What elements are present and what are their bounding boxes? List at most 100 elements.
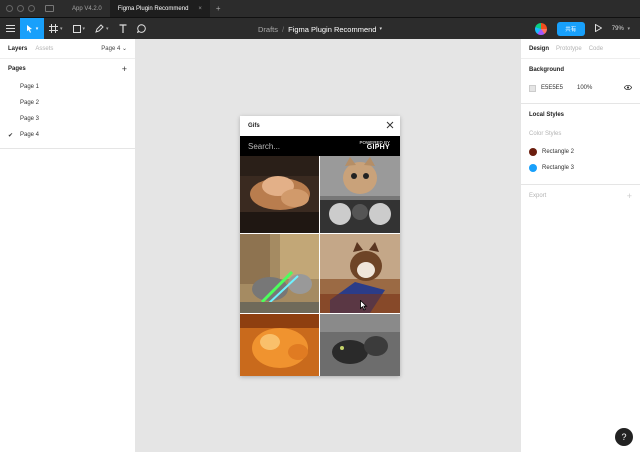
gif-result[interactable] — [240, 314, 319, 376]
breadcrumb: Drafts / Figma Plugin Recommend ▾ — [258, 18, 382, 40]
tab-code[interactable]: Code — [589, 46, 603, 52]
maximize-window-button[interactable] — [28, 5, 35, 12]
close-tab-icon[interactable]: × — [198, 6, 202, 12]
page-item-4[interactable]: ✔ Page 4 — [0, 127, 135, 143]
background-swatch[interactable] — [529, 84, 536, 92]
export-title: Export — [529, 193, 547, 199]
main-menu-button[interactable] — [0, 18, 20, 40]
left-panel: Layers Assets Page 4 ⌄ Pages + Page 1 Pa… — [0, 39, 136, 452]
gif-thumbnail — [240, 234, 319, 313]
play-icon — [594, 23, 603, 33]
chevron-down-icon: ▾ — [627, 26, 630, 32]
text-tool-button[interactable] — [114, 18, 132, 40]
gif-thumbnail — [240, 156, 319, 233]
close-plugin-button[interactable] — [386, 121, 394, 131]
file-browser-icon[interactable] — [45, 5, 54, 12]
add-export-button[interactable]: + — [627, 191, 632, 201]
gif-thumbnail — [320, 156, 400, 233]
gif-thumbnail — [320, 314, 400, 376]
share-button[interactable]: 共有 — [556, 22, 585, 36]
page-label: Page 3 — [20, 116, 40, 122]
new-tab-button[interactable]: + — [216, 4, 221, 13]
gif-result[interactable] — [320, 156, 400, 233]
pen-tool-button[interactable]: ▾ — [90, 18, 114, 40]
tab-prototype[interactable]: Prototype — [556, 46, 582, 52]
background-title: Background — [529, 67, 565, 73]
breadcrumb-drafts[interactable]: Drafts — [258, 25, 278, 34]
minimize-window-button[interactable] — [17, 5, 24, 12]
color-style-rectangle-2[interactable]: Rectangle 2 — [521, 144, 640, 160]
background-hex[interactable]: E5E5E5 — [541, 85, 563, 91]
plugin-title: Gifs — [248, 123, 260, 129]
shape-tool-button[interactable]: ▾ — [68, 18, 91, 40]
window-controls — [6, 5, 35, 12]
rectangle-icon — [72, 24, 81, 33]
color-style-rectangle-3[interactable]: Rectangle 3 — [521, 160, 640, 176]
tab-design[interactable]: Design — [529, 46, 549, 52]
page-item-1[interactable]: Page 1 — [0, 79, 135, 95]
add-page-button[interactable]: + — [122, 64, 127, 74]
tab-layers[interactable]: Layers — [8, 46, 27, 52]
pointer-icon — [26, 24, 32, 33]
gif-search-input[interactable] — [248, 141, 338, 151]
plugin-window: Gifs POWERED BY GIPHY — [240, 116, 400, 376]
eye-icon[interactable] — [624, 85, 632, 90]
page-selector[interactable]: Page 4 ⌄ — [101, 45, 127, 52]
tab-label: Figma Plugin Recommend — [117, 5, 189, 12]
checkmark-icon: ✔ — [8, 132, 14, 139]
zoom-dropdown[interactable]: 79% ▾ — [612, 26, 630, 32]
chevron-down-icon: ▾ — [106, 25, 109, 32]
chevron-down-icon: ⌄ — [121, 46, 127, 52]
tab-app[interactable]: App V4.2.0 — [64, 0, 110, 17]
gif-thumbnail — [240, 314, 319, 376]
gif-result[interactable] — [240, 156, 319, 233]
gif-result[interactable] — [240, 234, 319, 313]
text-icon — [119, 24, 127, 33]
page-label: Page 4 — [20, 132, 40, 138]
comment-tool-button[interactable] — [132, 18, 151, 40]
export-section: Export + — [521, 185, 640, 207]
right-panel-tabs: Design Prototype Code — [521, 39, 640, 59]
right-panel: Design Prototype Code Background E5E5E5 … — [520, 39, 640, 452]
plugin-header: Gifs — [240, 116, 400, 136]
breadcrumb-separator: / — [282, 24, 285, 34]
pen-icon — [95, 24, 104, 33]
page-item-2[interactable]: Page 2 — [0, 95, 135, 111]
toolbar: ▾ ▾ ▾ ▾ Drafts / Figma Plugin Recommend … — [0, 17, 640, 40]
page-label: Page 2 — [20, 100, 40, 106]
help-button[interactable]: ? — [615, 428, 633, 446]
present-button[interactable] — [594, 23, 603, 34]
left-panel-tabs: Layers Assets Page 4 ⌄ — [0, 39, 135, 59]
comment-icon — [136, 24, 146, 33]
color-style-name: Rectangle 3 — [542, 165, 575, 171]
canvas[interactable]: Gifs POWERED BY GIPHY — [136, 39, 520, 452]
mouse-cursor-icon — [360, 300, 368, 311]
page-item-3[interactable]: Page 3 — [0, 111, 135, 127]
background-fill-row[interactable]: E5E5E5 100% — [521, 81, 640, 95]
color-styles-label: Color Styles — [529, 131, 562, 137]
chevron-down-icon: ▾ — [82, 25, 86, 32]
color-style-swatch — [529, 164, 537, 172]
gif-search-bar: POWERED BY GIPHY — [240, 136, 400, 156]
toolbar-right: 共有 79% ▾ — [534, 18, 640, 40]
giphy-logo: POWERED BY GIPHY — [359, 140, 390, 151]
hamburger-icon — [5, 25, 15, 32]
chevron-down-icon[interactable]: ▾ — [379, 26, 382, 32]
title-bar: App V4.2.0 Figma Plugin Recommend × + — [0, 0, 640, 17]
close-window-button[interactable] — [6, 5, 13, 12]
pages-header: Pages + — [0, 59, 135, 79]
pages-title: Pages — [8, 66, 26, 72]
gif-result[interactable] — [320, 314, 400, 376]
chevron-down-icon: ▾ — [60, 25, 63, 32]
divider — [0, 148, 136, 149]
avatar[interactable] — [534, 23, 547, 35]
background-opacity[interactable]: 100% — [577, 85, 592, 91]
chevron-down-icon: ▾ — [35, 25, 39, 32]
frame-tool-button[interactable]: ▾ — [44, 18, 68, 40]
zoom-level: 79% — [611, 26, 624, 32]
file-name[interactable]: Figma Plugin Recommend — [288, 25, 376, 34]
tab-figma-plugin-recommend[interactable]: Figma Plugin Recommend × — [109, 0, 210, 17]
page-selector-label: Page 4 — [101, 46, 121, 52]
tab-assets[interactable]: Assets — [35, 46, 53, 52]
move-tool-button[interactable]: ▾ — [20, 17, 44, 40]
